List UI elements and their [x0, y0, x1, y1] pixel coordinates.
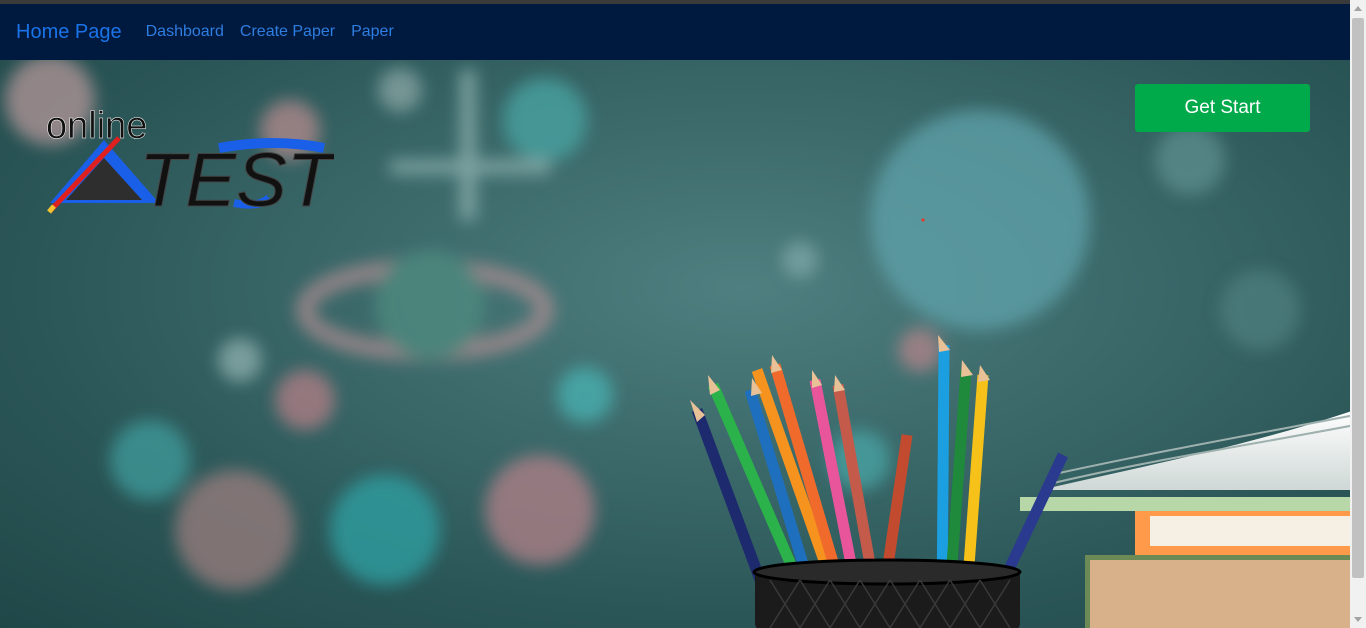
vertical-scrollbar[interactable] [1350, 0, 1366, 628]
scroll-down-arrow-icon[interactable] [1354, 617, 1362, 622]
scroll-up-arrow-icon[interactable] [1354, 6, 1362, 11]
pencil-triangle-logo-icon: online TEST [46, 105, 339, 224]
nav-link-paper[interactable]: Paper [351, 23, 394, 41]
books-illustration [1020, 411, 1350, 628]
hero-banner: online TEST Get Start [0, 60, 1350, 628]
navbar: Home Page Dashboard Create Paper Paper [0, 4, 1350, 60]
nav-link-dashboard[interactable]: Dashboard [146, 23, 224, 41]
scrollbar-thumb[interactable] [1352, 18, 1364, 578]
get-start-button[interactable]: Get Start [1135, 84, 1310, 132]
brand-home-link[interactable]: Home Page [16, 21, 122, 44]
online-test-logo: online TEST [44, 105, 339, 224]
logo-text-test: TEST [139, 138, 334, 218]
nav-link-create-paper[interactable]: Create Paper [240, 23, 335, 41]
logo-text-online: online [46, 108, 147, 147]
